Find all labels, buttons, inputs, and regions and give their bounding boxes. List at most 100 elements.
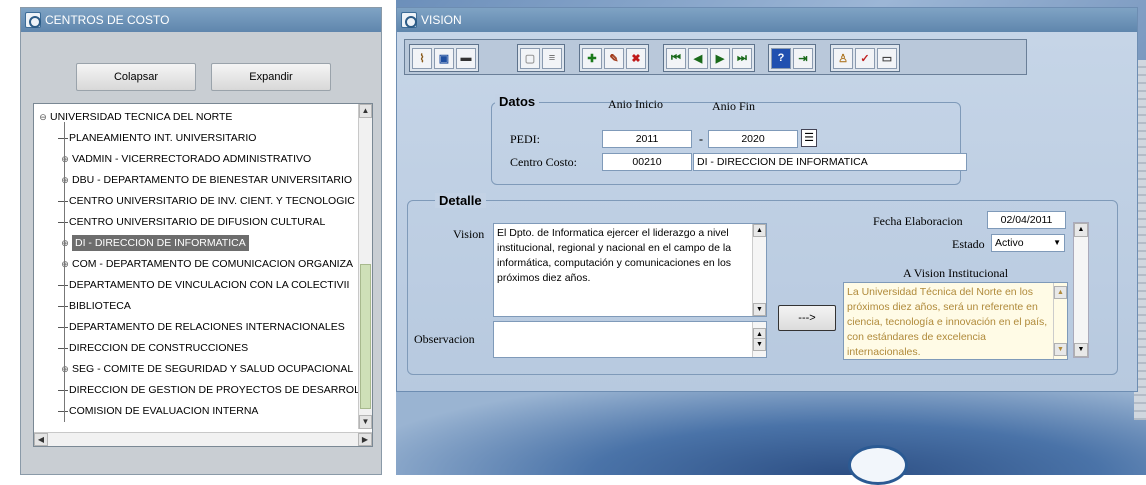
tree-node[interactable]: ⊖ UNIVERSIDAD TECNICA DEL NORTE	[36, 107, 361, 128]
save-icon[interactable]: ▣	[434, 47, 454, 69]
scroll-right-icon[interactable]: ▶	[358, 433, 372, 446]
a-vision-text: La Universidad Técnica del Norte en los …	[847, 286, 1048, 358]
desktop-background-logo	[848, 445, 908, 485]
anio-inicio-field[interactable]: 2011	[602, 130, 692, 148]
tree-node[interactable]: DEPARTAMENTO DE VINCULACION CON LA COLEC…	[58, 275, 372, 296]
expand-node-icon[interactable]: ⊕	[58, 359, 72, 380]
left-window-titlebar: CENTROS DE COSTO	[21, 8, 381, 32]
expand-node-icon[interactable]: ⊕	[58, 254, 72, 275]
observacion-scrollbar[interactable]: ▲ ▼	[752, 322, 766, 357]
detalle-vertical-scrollbar[interactable]: ▲ ▼	[1073, 222, 1089, 358]
right-window-title: VISION	[421, 13, 462, 27]
scroll-down-icon[interactable]: ▼	[1074, 343, 1088, 357]
estado-select[interactable]: Activo ▼	[991, 234, 1065, 252]
first-record-icon[interactable]: ⏮	[666, 47, 686, 69]
scroll-down-icon[interactable]: ▼	[753, 338, 766, 351]
toolbar-group-navigation: ⏮ ◀ ▶ ⏭	[663, 44, 755, 72]
centro-costo-label: Centro Costo:	[510, 155, 578, 169]
scroll-up-icon[interactable]: ▲	[1054, 286, 1067, 299]
tree-node[interactable]: ⊕ COM - DEPARTAMENTO DE COMUNICACION ORGA…	[58, 254, 372, 275]
tree-node[interactable]: ⊕ VADMIN - VICERRECTORADO ADMINISTRATIVO	[58, 149, 372, 170]
tree-connector-icon	[58, 410, 68, 412]
vision-textarea[interactable]: El Dpto. de Informatica ejercer el lider…	[493, 223, 767, 317]
toolbar-group-help: ? ⇥	[768, 44, 816, 72]
scroll-down-icon[interactable]: ▼	[1054, 343, 1067, 356]
tree-connector-icon	[58, 389, 68, 391]
scroll-down-icon[interactable]: ▼	[359, 415, 372, 429]
centros-de-costo-window: CENTROS DE COSTO Colapsar Expandir ⊖ UNIV…	[20, 7, 382, 475]
broom-icon[interactable]: ⌇	[412, 47, 432, 69]
centro-codigo-field[interactable]: 00210	[602, 153, 692, 171]
a-vision-scrollbar[interactable]: ▲ ▼	[1053, 283, 1067, 359]
tree-node[interactable]: DEPARTAMENTO DE RELACIONES INTERNACIONAL…	[58, 317, 372, 338]
tree-vertical-scrollbar[interactable]: ▲ ▼	[358, 104, 372, 429]
left-window-title: CENTROS DE COSTO	[45, 13, 170, 27]
tree-connector-icon	[58, 284, 68, 286]
expand-node-icon[interactable]: ⊕	[58, 233, 72, 254]
tree-node[interactable]: ⊕ SEG - COMITE DE SEGURIDAD Y SALUD OCUPA…	[58, 359, 372, 380]
tree-node[interactable]: DIRECCION DE GESTION DE PROYECTOS DE DES…	[58, 380, 372, 401]
last-record-icon[interactable]: ⏭	[732, 47, 752, 69]
a-vision-institucional-textarea[interactable]: La Universidad Técnica del Norte en los …	[843, 282, 1068, 360]
anio-fin-field[interactable]: 2020	[708, 130, 798, 148]
edit-record-icon[interactable]: ✎	[604, 47, 624, 69]
tree-node-label: CENTRO UNIVERSITARIO DE INV. CIENT. Y TE…	[69, 195, 355, 207]
tree-connector-icon	[58, 200, 68, 202]
centro-nombre-field[interactable]: DI - DIRECCION DE INFORMATICA	[693, 153, 967, 171]
tree-node-label: COM - DEPARTAMENTO DE COMUNICACION ORGAN…	[72, 258, 353, 270]
screen-icon[interactable]: ▭	[877, 47, 897, 69]
next-record-icon[interactable]: ▶	[710, 47, 730, 69]
print-icon[interactable]: ▬	[456, 47, 476, 69]
vision-text: El Dpto. de Informatica ejercer el lider…	[497, 227, 732, 284]
tree-node[interactable]: ⊕ DBU - DEPARTAMENTO DE BIENESTAR UNIVERS…	[58, 170, 372, 191]
tree-horizontal-scrollbar[interactable]: ◀ ▶	[34, 432, 372, 446]
tree-node[interactable]: BIBLIOTECA	[58, 296, 372, 317]
right-window-titlebar: VISION	[397, 8, 1137, 32]
tree-node-label: DBU - DEPARTAMENTO DE BIENESTAR UNIVERSI…	[72, 174, 353, 186]
tree-node[interactable]: COMISION DE EVALUACION INTERNA	[58, 401, 372, 422]
add-record-icon[interactable]: ✚	[582, 47, 602, 69]
collapse-node-icon[interactable]: ⊖	[36, 107, 50, 128]
scroll-thumb[interactable]	[360, 264, 371, 409]
collapse-button[interactable]: Colapsar	[76, 63, 196, 91]
pedi-list-icon[interactable]: ☰	[801, 129, 817, 147]
chevron-down-icon[interactable]: ▼	[1053, 235, 1061, 251]
observacion-textarea[interactable]: ▲ ▼	[493, 321, 767, 358]
check-icon[interactable]: ✓	[855, 47, 875, 69]
list-icon[interactable]: ≡	[542, 47, 562, 69]
tree-node-label: VADMIN - VICERRECTORADO ADMINISTRATIVO	[72, 153, 312, 165]
toolbar-group-file: ⌇ ▣ ▬	[409, 44, 479, 72]
transfer-button[interactable]: --->	[778, 305, 836, 331]
vision-label: Vision	[453, 227, 485, 241]
blank-doc-icon[interactable]: ▢	[520, 47, 540, 69]
tree-node-label: UNIVERSIDAD TECNICA DEL NORTE	[50, 111, 233, 123]
pedi-label: PEDI:	[510, 132, 540, 146]
tree-node[interactable]: DIRECCION DE CONSTRUCCIONES	[58, 338, 372, 359]
tree-node[interactable]: PLANEAMIENTO INT. UNIVERSITARIO	[58, 128, 372, 149]
exit-icon[interactable]: ⇥	[793, 47, 813, 69]
expand-node-icon[interactable]: ⊕	[58, 170, 72, 191]
cost-center-tree[interactable]: ⊖ UNIVERSIDAD TECNICA DEL NORTE PLANEAMIEN…	[33, 103, 373, 447]
estado-value: Activo	[995, 237, 1024, 249]
help-icon[interactable]: ?	[771, 47, 791, 69]
delete-record-icon[interactable]: ✖	[626, 47, 646, 69]
expand-node-icon[interactable]: ⊕	[58, 149, 72, 170]
fecha-elaboracion-field[interactable]: 02/04/2011	[987, 211, 1066, 229]
scroll-down-icon[interactable]: ▼	[753, 303, 766, 316]
tree-node[interactable]: ⊕ DI - DIRECCION DE INFORMATICA	[58, 233, 372, 254]
toolbar: ⌇ ▣ ▬ ▢ ≡ ✚ ✎ ✖ ⏮ ◀ ▶ ⏭ ? ⇥ ♙ ✓ ▭	[404, 39, 1027, 75]
user-icon[interactable]: ♙	[833, 47, 853, 69]
scroll-left-icon[interactable]: ◀	[34, 433, 48, 446]
toolbar-group-view: ▢ ≡	[517, 44, 565, 72]
scroll-up-icon[interactable]: ▲	[753, 224, 766, 237]
expand-button[interactable]: Expandir	[211, 63, 331, 91]
vision-scrollbar[interactable]: ▲ ▼	[752, 224, 766, 316]
observacion-label: Observacion	[414, 332, 475, 346]
scroll-up-icon[interactable]: ▲	[1074, 223, 1088, 237]
tree-guide-line	[64, 122, 65, 422]
scroll-up-icon[interactable]: ▲	[359, 104, 372, 118]
tree-node[interactable]: CENTRO UNIVERSITARIO DE INV. CIENT. Y TE…	[58, 191, 372, 212]
prev-record-icon[interactable]: ◀	[688, 47, 708, 69]
tree-node[interactable]: CENTRO UNIVERSITARIO DE DIFUSION CULTURA…	[58, 212, 372, 233]
tree-node-label: DEPARTAMENTO DE RELACIONES INTERNACIONAL…	[69, 321, 345, 333]
